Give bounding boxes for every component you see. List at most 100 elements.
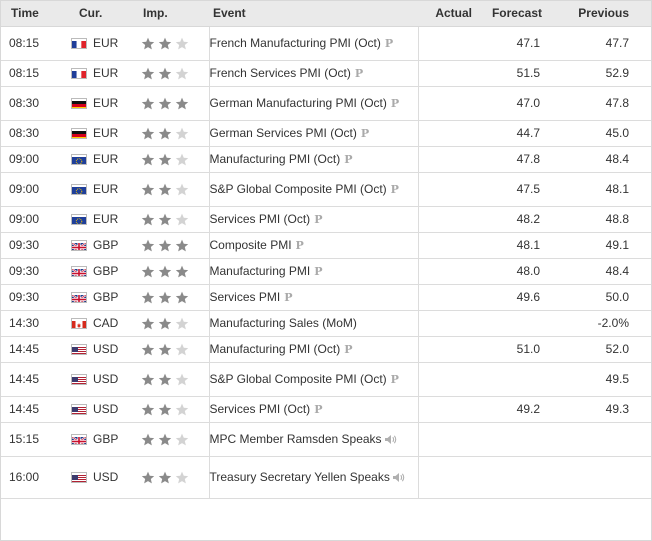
star-filled-icon (158, 317, 172, 329)
event-name[interactable]: Manufacturing Sales (MoM) (210, 316, 357, 330)
star-filled-icon (158, 471, 172, 483)
event-time: 08:30 (1, 86, 71, 121)
forecast-value: 51.5 (478, 60, 548, 87)
importance-stars (129, 317, 209, 330)
table-row[interactable]: 09:30 GBP Composite PMI P 48.1 49.1 (1, 232, 651, 259)
preliminary-icon[interactable]: P (344, 341, 352, 359)
star-empty-icon (175, 37, 189, 49)
table-row[interactable]: 08:30 EUR German Manufacturing PMI (Oct) P 4… (1, 86, 651, 121)
preliminary-icon[interactable]: P (296, 237, 304, 255)
importance-stars (129, 291, 209, 304)
uk-flag-icon (71, 239, 87, 251)
table-body: 08:15 EUR French Manufacturing PMI (Oct) P 4… (1, 26, 651, 499)
canada-flag-icon (71, 317, 87, 329)
table-row[interactable]: 09:00 EUR Services PMI (Oct) P 48.2 48.8 (1, 206, 651, 233)
currency-code: EUR (93, 96, 119, 110)
star-filled-icon (158, 213, 172, 225)
star-filled-icon (158, 67, 172, 79)
speaker-icon[interactable] (390, 470, 405, 484)
header-previous[interactable]: Previous (548, 1, 651, 27)
star-filled-icon (141, 67, 155, 79)
header-event[interactable]: Event (209, 1, 418, 27)
header-importance[interactable]: Imp. (129, 1, 209, 27)
event-time: 15:15 (1, 422, 71, 457)
actual-value (417, 26, 478, 61)
speaker-icon[interactable] (382, 432, 397, 446)
preliminary-icon[interactable]: P (314, 263, 322, 281)
star-filled-icon (158, 37, 172, 49)
table-row[interactable]: 08:15 EUR French Manufacturing PMI (Oct) P 4… (1, 26, 651, 61)
table-row[interactable]: 16:00 USD Treasury Secretary Yellen Speaks (1, 456, 651, 499)
preliminary-icon[interactable]: P (391, 181, 399, 199)
importance-stars (129, 373, 209, 386)
preliminary-icon[interactable]: P (391, 95, 399, 113)
currency-code: GBP (93, 290, 119, 304)
star-empty-icon (175, 433, 189, 445)
table-row[interactable]: 14:45 USD S&P Global Composite PMI (Oct) P 4… (1, 362, 651, 397)
table-header: Time Cur. Imp. Event Actual Forecast Pre… (1, 1, 651, 27)
event-name[interactable]: Manufacturing PMI (Oct) (210, 342, 341, 356)
table-row[interactable]: 14:45 USD Manufacturing PMI (Oct) P 51.0 52.0 (1, 336, 651, 363)
table-row[interactable]: 09:30 GBP Services PMI P 49.6 50.0 (1, 284, 651, 311)
event-time: 09:00 (1, 206, 71, 233)
preliminary-icon[interactable]: P (314, 211, 322, 229)
event-name[interactable]: MPC Member Ramsden Speaks (210, 432, 382, 446)
preliminary-icon[interactable]: P (355, 65, 363, 83)
preliminary-icon[interactable]: P (284, 289, 292, 307)
actual-value (417, 258, 478, 285)
header-currency[interactable]: Cur. (71, 1, 129, 27)
preliminary-icon[interactable]: P (391, 371, 399, 389)
usa-flag-icon (71, 403, 87, 415)
event-time: 09:30 (1, 284, 71, 311)
preliminary-icon[interactable]: P (344, 151, 352, 169)
forecast-value: 47.0 (478, 86, 548, 121)
actual-value (417, 284, 478, 311)
table-row[interactable]: 15:15 GBP MPC Member Ramsden Speaks (1, 422, 651, 457)
star-filled-icon (175, 291, 189, 303)
event-name[interactable]: Manufacturing PMI (210, 264, 311, 278)
forecast-value (478, 362, 548, 397)
table-row[interactable]: 09:00 EUR S&P Global Composite PMI (Oct) P 4… (1, 172, 651, 207)
event-name[interactable]: S&P Global Composite PMI (Oct) (210, 182, 387, 196)
importance-stars (129, 153, 209, 166)
event-name[interactable]: French Manufacturing PMI (Oct) (210, 36, 381, 50)
actual-value (417, 336, 478, 363)
eu-flag-icon (71, 153, 87, 165)
preliminary-icon[interactable]: P (385, 35, 393, 53)
star-filled-icon (141, 37, 155, 49)
event-name[interactable]: Treasury Secretary Yellen Speaks (210, 470, 390, 484)
event-name[interactable]: Services PMI (210, 290, 281, 304)
header-forecast[interactable]: Forecast (478, 1, 548, 27)
germany-flag-icon (71, 97, 87, 109)
event-name[interactable]: French Services PMI (Oct) (210, 66, 351, 80)
star-filled-icon (141, 213, 155, 225)
event-name[interactable]: Services PMI (Oct) (210, 212, 311, 226)
actual-value (417, 422, 478, 457)
preliminary-icon[interactable]: P (361, 125, 369, 143)
header-actual[interactable]: Actual (418, 1, 478, 27)
preliminary-icon[interactable]: P (314, 401, 322, 419)
table-row[interactable]: 09:00 EUR Manufacturing PMI (Oct) P 47.8 48.4 (1, 146, 651, 173)
header-time[interactable]: Time (1, 1, 71, 27)
currency-code: EUR (93, 182, 119, 196)
eu-flag-icon (71, 213, 87, 225)
currency-code: EUR (93, 66, 119, 80)
event-name[interactable]: Composite PMI (210, 238, 292, 252)
table-row[interactable]: 08:15 EUR French Services PMI (Oct) P 51.5 52… (1, 60, 651, 87)
actual-value (417, 86, 478, 121)
star-filled-icon (158, 127, 172, 139)
calendar-table: Time Cur. Imp. Event Actual Forecast Pre… (1, 1, 651, 499)
table-row[interactable]: 09:30 GBP Manufacturing PMI P 48.0 48.4 (1, 258, 651, 285)
importance-stars (129, 183, 209, 196)
table-row[interactable]: 08:30 EUR German Services PMI (Oct) P 44.7 45… (1, 120, 651, 147)
event-name[interactable]: Manufacturing PMI (Oct) (210, 152, 341, 166)
table-row[interactable]: 14:45 USD Services PMI (Oct) P 49.2 49.3 (1, 396, 651, 423)
event-name[interactable]: Services PMI (Oct) (210, 402, 311, 416)
table-row[interactable]: 14:30 CAD Manufacturing Sales (MoM) -2.0% (1, 310, 651, 337)
event-name[interactable]: German Services PMI (Oct) (210, 126, 357, 140)
actual-value (417, 396, 478, 423)
event-time: 08:15 (1, 60, 71, 87)
event-name[interactable]: German Manufacturing PMI (Oct) (210, 96, 387, 110)
event-name[interactable]: S&P Global Composite PMI (Oct) (210, 372, 387, 386)
star-filled-icon (141, 343, 155, 355)
